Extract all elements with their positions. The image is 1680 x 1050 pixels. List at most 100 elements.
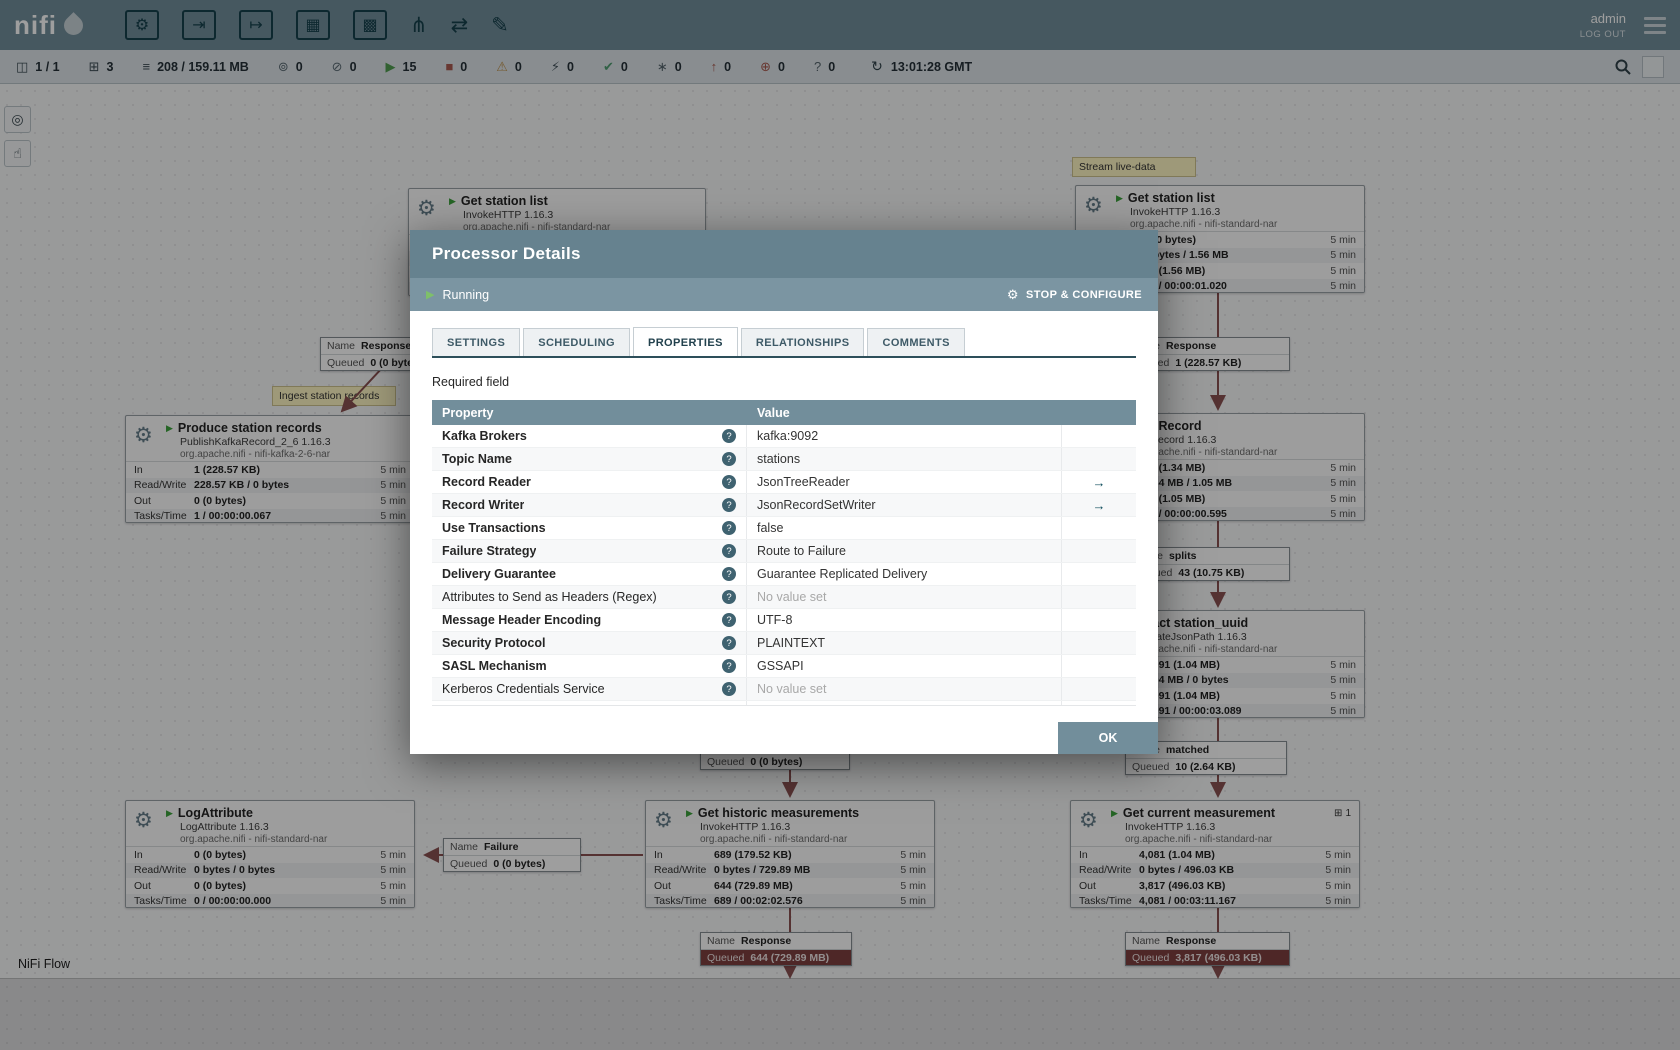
property-name-cell: SASL Mechanism?	[432, 655, 747, 677]
property-column-header: Property	[442, 405, 494, 420]
property-row[interactable]: Message Header Encoding? UTF-8	[432, 609, 1136, 632]
property-row[interactable]: Kerberos Credentials Service? No value se…	[432, 678, 1136, 701]
property-value: false	[757, 521, 784, 535]
property-row[interactable]: Kafka Brokers? kafka:9092	[432, 425, 1136, 448]
property-value-cell: No value set	[747, 678, 1062, 700]
property-value-cell: UTF-8	[747, 609, 1062, 631]
property-value-cell: stations	[747, 448, 1062, 470]
property-name: Kerberos Credentials Service	[442, 682, 605, 696]
stop-and-configure-button[interactable]: ⚙ STOP & CONFIGURE	[1007, 287, 1142, 303]
property-value: GSSAPI	[757, 659, 804, 673]
help-icon[interactable]: ?	[722, 475, 736, 489]
help-icon[interactable]: ?	[722, 452, 736, 466]
property-value: PLAINTEXT	[757, 636, 826, 650]
go-to-service-icon[interactable]: →	[1093, 475, 1106, 490]
property-value-cell: GSSAPI	[747, 655, 1062, 677]
property-name-cell: Failure Strategy?	[432, 540, 747, 562]
help-icon[interactable]: ?	[722, 498, 736, 512]
help-icon[interactable]: ?	[722, 659, 736, 673]
dialog-title: Processor Details	[410, 230, 1158, 278]
ok-button[interactable]: OK	[1058, 722, 1158, 754]
properties-rows: Kafka Brokers? kafka:9092 Topic Name? stati…	[432, 425, 1136, 706]
property-action-cell	[1062, 563, 1136, 585]
help-icon[interactable]: ?	[722, 590, 736, 604]
properties-table-header: Property Value	[432, 400, 1136, 425]
run-status-text: Running	[442, 287, 490, 302]
property-value: No value set	[757, 590, 827, 604]
property-value: kafka:9092	[757, 429, 819, 443]
property-row[interactable]: Delivery Guarantee? Guarantee Replicated …	[432, 563, 1136, 586]
property-value-cell: false	[747, 517, 1062, 539]
help-icon[interactable]: ?	[722, 705, 736, 706]
dialog-tabs: SETTINGS SCHEDULING PROPERTIES RELATIONSHIP…	[432, 327, 1136, 358]
property-action-cell	[1062, 586, 1136, 608]
tab-properties[interactable]: PROPERTIES	[632, 327, 738, 356]
property-row[interactable]: Topic Name? stations	[432, 448, 1136, 471]
property-value: UTF-8	[757, 613, 793, 627]
property-row[interactable]: Security Protocol? PLAINTEXT	[432, 632, 1136, 655]
property-action-cell	[1062, 678, 1136, 700]
property-value-cell: JsonRecordSetWriter	[747, 494, 1062, 516]
property-name-cell: Kerberos Credentials Service?	[432, 678, 747, 700]
property-name-cell: Topic Name?	[432, 448, 747, 470]
property-row[interactable]: Use Transactions? false	[432, 517, 1136, 540]
property-row[interactable]: Record Writer? JsonRecordSetWriter →	[432, 494, 1136, 517]
property-row[interactable]: Attributes to Send as Headers (Regex)? No…	[432, 586, 1136, 609]
help-icon[interactable]: ?	[722, 521, 736, 535]
properties-table: Property Value Kafka Brokers? kafka:9092 T…	[432, 400, 1136, 706]
property-value: No value set	[757, 705, 826, 706]
property-name: Use Transactions	[442, 521, 546, 535]
gear-icon: ⚙	[1006, 286, 1019, 302]
processor-details-dialog: Processor Details ▶ Running ⚙ STOP & CON…	[410, 230, 1158, 754]
property-name: Record Reader	[442, 475, 531, 489]
property-value-cell: JsonTreeReader	[747, 471, 1062, 493]
dialog-body: SETTINGS SCHEDULING PROPERTIES RELATIONSHIP…	[410, 327, 1158, 706]
property-name: Attributes to Send as Headers (Regex)	[442, 590, 657, 604]
property-value-cell: No value set	[747, 701, 1062, 706]
property-name: Kafka Brokers	[442, 429, 527, 443]
help-icon[interactable]: ?	[722, 429, 736, 443]
help-icon[interactable]: ?	[722, 544, 736, 558]
property-name-cell: Delivery Guarantee?	[432, 563, 747, 585]
property-name: Kerberos Service Name	[442, 705, 575, 706]
property-name-cell: Attributes to Send as Headers (Regex)?	[432, 586, 747, 608]
running-status-icon: ▶	[426, 289, 435, 301]
property-name: Record Writer	[442, 498, 525, 512]
property-name: Failure Strategy	[442, 544, 537, 558]
property-value: Guarantee Replicated Delivery	[757, 567, 928, 581]
property-row[interactable]: SASL Mechanism? GSSAPI	[432, 655, 1136, 678]
property-value: stations	[757, 452, 801, 466]
property-name-cell: Use Transactions?	[432, 517, 747, 539]
property-value-cell: No value set	[747, 586, 1062, 608]
property-action-cell	[1062, 632, 1136, 654]
property-action-cell	[1062, 448, 1136, 470]
property-row[interactable]: Failure Strategy? Route to Failure	[432, 540, 1136, 563]
help-icon[interactable]: ?	[722, 567, 736, 581]
property-name-cell: Record Writer?	[432, 494, 747, 516]
stop-and-configure-label: STOP & CONFIGURE	[1025, 288, 1142, 301]
property-value: Route to Failure	[757, 544, 846, 558]
property-value: No value set	[757, 682, 827, 696]
tab-settings[interactable]: SETTINGS	[432, 328, 521, 356]
property-action-cell: →	[1062, 494, 1136, 516]
property-value: JsonRecordSetWriter	[757, 498, 876, 512]
tab-comments[interactable]: COMMENTS	[867, 328, 965, 356]
property-row[interactable]: Record Reader? JsonTreeReader →	[432, 471, 1136, 494]
property-name: Topic Name	[442, 452, 512, 466]
tab-scheduling[interactable]: SCHEDULING	[523, 328, 630, 356]
help-icon[interactable]: ?	[722, 682, 736, 696]
property-action-cell	[1062, 517, 1136, 539]
tab-relationships[interactable]: RELATIONSHIPS	[740, 328, 865, 356]
property-action-cell: →	[1062, 471, 1136, 493]
property-name-cell: Security Protocol?	[432, 632, 747, 654]
property-value-cell: Route to Failure	[747, 540, 1062, 562]
property-action-cell	[1062, 701, 1136, 705]
help-icon[interactable]: ?	[722, 636, 736, 650]
property-name: Security Protocol	[442, 636, 546, 650]
property-name-cell: Message Header Encoding?	[432, 609, 747, 631]
property-row[interactable]: Kerberos Service Name? No value set	[432, 701, 1136, 706]
property-action-cell	[1062, 540, 1136, 562]
value-column-header: Value	[757, 405, 790, 420]
go-to-service-icon[interactable]: →	[1093, 498, 1106, 513]
help-icon[interactable]: ?	[722, 613, 736, 627]
